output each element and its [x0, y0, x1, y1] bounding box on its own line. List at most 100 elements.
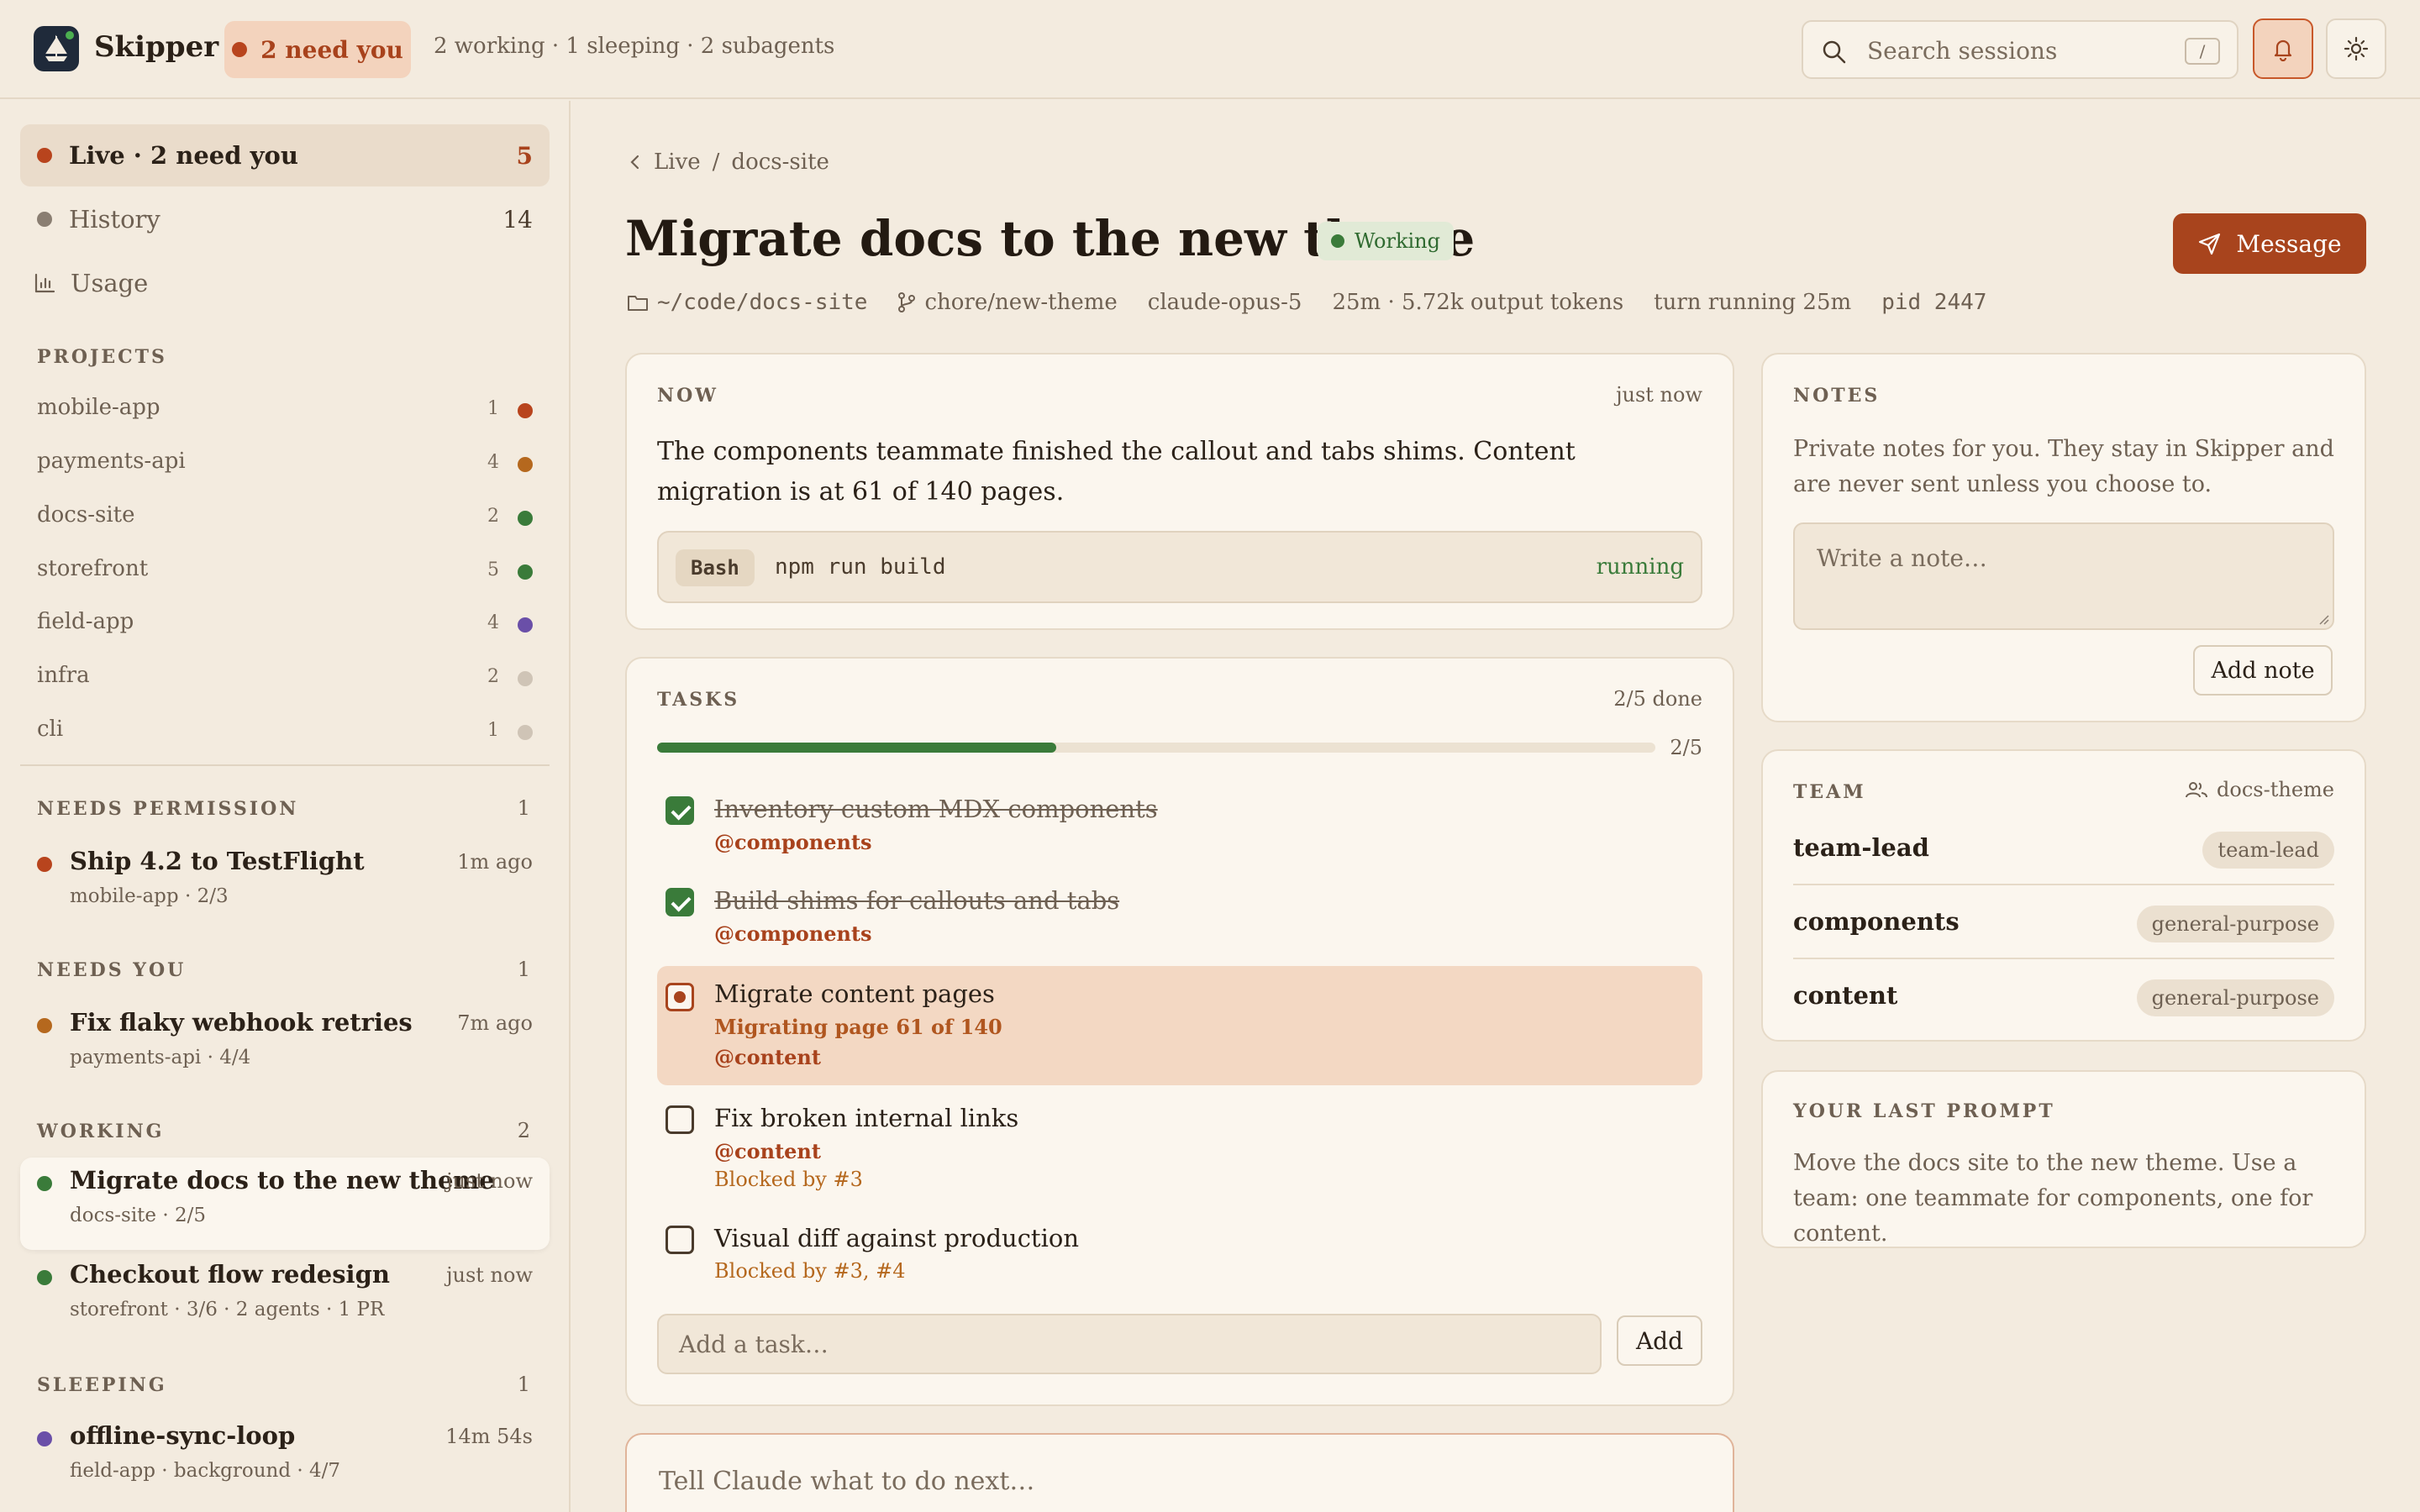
top-bar: Skipper 2 need you 2 working · 1 sleepin…: [0, 0, 2420, 99]
prompt-composer[interactable]: Tell Claude what to do next…: [625, 1433, 1734, 1512]
task-checkbox[interactable]: [666, 888, 694, 916]
breadcrumb-separator: /: [712, 150, 720, 175]
last-prompt-header: YOUR LAST PROMPT: [1793, 1100, 2055, 1122]
meta-branch-text: chore/new-theme: [924, 290, 1118, 315]
need-you-badge[interactable]: 2 need you: [224, 21, 411, 78]
team-member[interactable]: team-lead team-lead: [1793, 811, 2334, 885]
task-checkbox[interactable]: [666, 796, 694, 825]
project-item-field-app[interactable]: field-app 4: [37, 609, 533, 643]
project-name: mobile-app: [37, 395, 160, 420]
project-item-infra[interactable]: infra 2: [37, 663, 533, 696]
status-label: Working: [1355, 229, 1440, 253]
sidebar-item-count: 14: [502, 205, 533, 234]
sidebar-item-count: 5: [516, 141, 533, 170]
task-checkbox[interactable]: [666, 1226, 694, 1254]
breadcrumb-current: docs-site: [731, 150, 829, 175]
meta-model: claude-opus-5: [1147, 290, 1302, 315]
now-header: NOW: [657, 385, 718, 407]
app-logo-icon[interactable]: [34, 26, 79, 71]
session-status-dot: [37, 1018, 52, 1033]
live-dot: [37, 148, 52, 163]
notes-card: NOTES Private notes for you. They stay i…: [1761, 353, 2366, 722]
task-owner: @components: [714, 830, 872, 854]
task-blocked: Blocked by #3, #4: [714, 1259, 906, 1283]
project-item-payments-api[interactable]: payments-api 4: [37, 449, 533, 482]
chevron-left-icon[interactable]: [629, 154, 642, 171]
project-name: field-app: [37, 609, 134, 634]
meta-path: ~/code/docs-site: [627, 290, 867, 315]
search-input[interactable]: Search sessions /: [1802, 20, 2238, 79]
group-header-needs-you: NEEDS YOU: [37, 959, 187, 981]
session-time: just now: [446, 1169, 533, 1193]
project-status-dot: [518, 564, 533, 580]
resize-handle-icon[interactable]: [2317, 613, 2329, 625]
session-item[interactable]: Checkout flow redesign just now storefro…: [20, 1252, 550, 1344]
session-item[interactable]: Fix flaky webhook retries 7m ago payment…: [20, 1000, 550, 1092]
session-status-dot: [37, 1270, 52, 1285]
task-checkbox[interactable]: [666, 1105, 694, 1134]
task-title: Visual diff against production: [714, 1224, 1079, 1252]
task-title: Fix broken internal links: [714, 1104, 1019, 1132]
task-checkbox[interactable]: [666, 983, 694, 1011]
folder-icon: [628, 296, 648, 311]
project-name: storefront: [37, 556, 149, 581]
sidebar-item-usage[interactable]: Usage: [20, 252, 550, 314]
note-textarea[interactable]: Write a note…: [1793, 522, 2334, 630]
last-prompt-text: Move the docs site to the new theme. Use…: [1793, 1150, 2313, 1247]
tasks-progress-label: 2/5: [1670, 736, 1702, 759]
team-name-text: docs-theme: [2217, 778, 2334, 801]
sidebar-item-history[interactable]: History 14: [20, 188, 550, 250]
session-time: 14m 54s: [445, 1425, 533, 1448]
session-subtitle: field-app · background · 4/7: [70, 1460, 341, 1482]
project-item-mobile-app[interactable]: mobile-app 1: [37, 395, 533, 428]
group-header-sleeping: SLEEPING: [37, 1374, 167, 1396]
project-count: 1: [487, 398, 499, 419]
task-title: Migrate content pages: [714, 979, 995, 1008]
team-member[interactable]: components general-purpose: [1793, 885, 2334, 959]
now-text: The components teammate finished the cal…: [657, 437, 1576, 507]
session-item[interactable]: Ship 4.2 to TestFlight 1m ago mobile-app…: [20, 838, 550, 931]
session-status-dot: [37, 857, 52, 872]
message-button[interactable]: Message: [2173, 213, 2366, 274]
sidebar-item-live[interactable]: Live · 2 need you 5: [20, 124, 550, 186]
tasks-card: TASKS 2/5 done 2/5 Inventory custom MDX …: [625, 657, 1734, 1406]
project-name: payments-api: [37, 449, 186, 474]
task-title: Inventory custom MDX components: [714, 795, 1158, 823]
team-member[interactable]: content general-purpose: [1793, 959, 2334, 1033]
session-item[interactable]: offline-sync-loop 14m 54s field-app · ba…: [20, 1413, 550, 1505]
group-count: 1: [517, 796, 530, 820]
sidebar-divider: [20, 764, 550, 766]
add-task-button[interactable]: Add: [1617, 1315, 1702, 1366]
theme-toggle-button[interactable]: [2326, 18, 2386, 79]
project-status-dot: [518, 511, 533, 526]
search-placeholder: Search sessions: [1867, 37, 2058, 65]
project-item-cli[interactable]: cli 1: [37, 717, 533, 750]
project-count: 1: [487, 720, 499, 741]
tasks-done-count: 2/5 done: [1613, 687, 1702, 711]
tool-command: npm run build: [775, 554, 946, 580]
project-name: docs-site: [37, 502, 135, 528]
session-item-active[interactable]: Migrate docs to the new theme just now d…: [20, 1158, 550, 1250]
search-shortcut-hint: /: [2185, 38, 2220, 65]
add-task-input[interactable]: Add a task…: [657, 1314, 1602, 1374]
status-summary: 2 working · 1 sleeping · 2 subagents: [434, 34, 835, 59]
tool-call[interactable]: Bash npm run build running: [657, 531, 1702, 603]
tool-status: running: [1596, 554, 1684, 580]
session-subtitle: storefront · 3/6 · 2 agents · 1 PR: [70, 1299, 385, 1320]
notes-header: NOTES: [1793, 385, 1881, 407]
meta-pid: pid 2447: [1881, 290, 1987, 315]
notifications-button[interactable]: [2253, 18, 2313, 79]
task-item: Fix broken internal links @content Block…: [657, 1102, 1702, 1203]
member-name: components: [1793, 907, 1960, 936]
add-note-button[interactable]: Add note: [2193, 645, 2333, 696]
project-status-dot: [518, 671, 533, 686]
task-item: Inventory custom MDX components @compone…: [657, 793, 1702, 869]
project-item-docs-site[interactable]: docs-site 2: [37, 502, 533, 536]
breadcrumb-parent-link[interactable]: Live: [654, 150, 701, 175]
sidebar-item-label: Live · 2 need you: [69, 141, 298, 170]
users-icon: [2186, 782, 2208, 798]
notes-description: Private notes for you. They stay in Skip…: [1793, 436, 2334, 497]
project-item-storefront[interactable]: storefront 5: [37, 556, 533, 590]
project-name: infra: [37, 663, 90, 688]
team-header: TEAM: [1793, 781, 1866, 803]
